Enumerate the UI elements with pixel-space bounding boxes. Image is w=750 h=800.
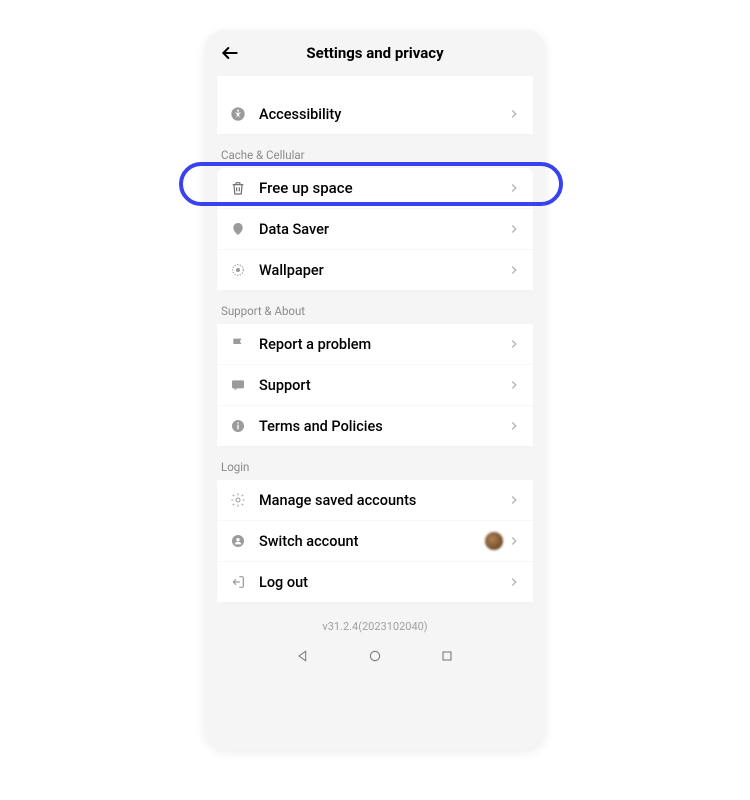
row-label: Support — [259, 377, 507, 394]
nav-home-button[interactable] — [366, 647, 384, 665]
settings-row-truncated[interactable] — [217, 76, 533, 94]
settings-row-support[interactable]: Support — [217, 364, 533, 405]
settings-row-terms[interactable]: Terms and Policies — [217, 405, 533, 446]
section-label-support: Support & About — [217, 290, 533, 324]
settings-card-support: Report a problem Support Terms and Polic — [217, 324, 533, 446]
row-label: Log out — [259, 574, 507, 591]
logout-icon — [229, 573, 247, 591]
row-label: Terms and Policies — [259, 418, 507, 435]
gear-icon — [229, 491, 247, 509]
chevron-right-icon — [507, 337, 521, 351]
chevron-right-icon — [507, 263, 521, 277]
row-label: Manage saved accounts — [259, 492, 507, 509]
settings-row-wallpaper[interactable]: Wallpaper — [217, 249, 533, 290]
back-button[interactable] — [219, 42, 241, 64]
chevron-right-icon — [507, 378, 521, 392]
data-saver-icon — [229, 220, 247, 238]
account-avatar — [485, 532, 503, 550]
trash-icon — [229, 179, 247, 197]
settings-row-accessibility[interactable]: Accessibility — [217, 94, 533, 134]
row-label: Wallpaper — [259, 262, 507, 279]
android-navbar — [217, 641, 533, 679]
chevron-right-icon — [507, 575, 521, 589]
row-label: Switch account — [259, 533, 485, 550]
settings-row-manage-accounts[interactable]: Manage saved accounts — [217, 480, 533, 520]
phone-frame: Settings and privacy Accessibility Cache… — [205, 30, 545, 750]
chevron-right-icon — [507, 222, 521, 236]
row-label: Accessibility — [259, 106, 507, 123]
chevron-right-icon — [507, 493, 521, 507]
app-version: v31.2.4(2023102040) — [217, 602, 533, 641]
settings-card-content: Accessibility — [217, 76, 533, 134]
nav-recent-button[interactable] — [438, 647, 456, 665]
settings-row-report[interactable]: Report a problem — [217, 324, 533, 364]
row-label: Data Saver — [259, 221, 507, 238]
generic-icon — [229, 65, 247, 83]
page-header: Settings and privacy — [205, 30, 545, 76]
wallpaper-icon — [229, 261, 247, 279]
chevron-right-icon — [507, 534, 521, 548]
row-label: Report a problem — [259, 336, 507, 353]
row-label: Free up space — [259, 179, 507, 197]
info-icon — [229, 417, 247, 435]
flag-icon — [229, 335, 247, 353]
back-arrow-icon — [220, 43, 240, 63]
page-title: Settings and privacy — [306, 44, 443, 62]
section-label-cache: Cache & Cellular — [217, 134, 533, 168]
settings-row-switch-account[interactable]: Switch account — [217, 520, 533, 561]
chevron-right-icon — [507, 181, 521, 195]
settings-row-free-up-space[interactable]: Free up space — [217, 168, 533, 208]
settings-card-cache: Free up space Data Saver Wallpaper — [217, 168, 533, 290]
chevron-right-icon — [507, 107, 521, 121]
settings-scroll: Accessibility Cache & Cellular Free up s… — [205, 76, 545, 687]
accessibility-icon — [229, 105, 247, 123]
chat-icon — [229, 376, 247, 394]
chevron-right-icon — [507, 419, 521, 433]
settings-row-logout[interactable]: Log out — [217, 561, 533, 602]
settings-row-data-saver[interactable]: Data Saver — [217, 208, 533, 249]
section-label-login: Login — [217, 446, 533, 480]
nav-back-button[interactable] — [294, 647, 312, 665]
switch-account-icon — [229, 532, 247, 550]
settings-card-login: Manage saved accounts Switch account — [217, 480, 533, 602]
